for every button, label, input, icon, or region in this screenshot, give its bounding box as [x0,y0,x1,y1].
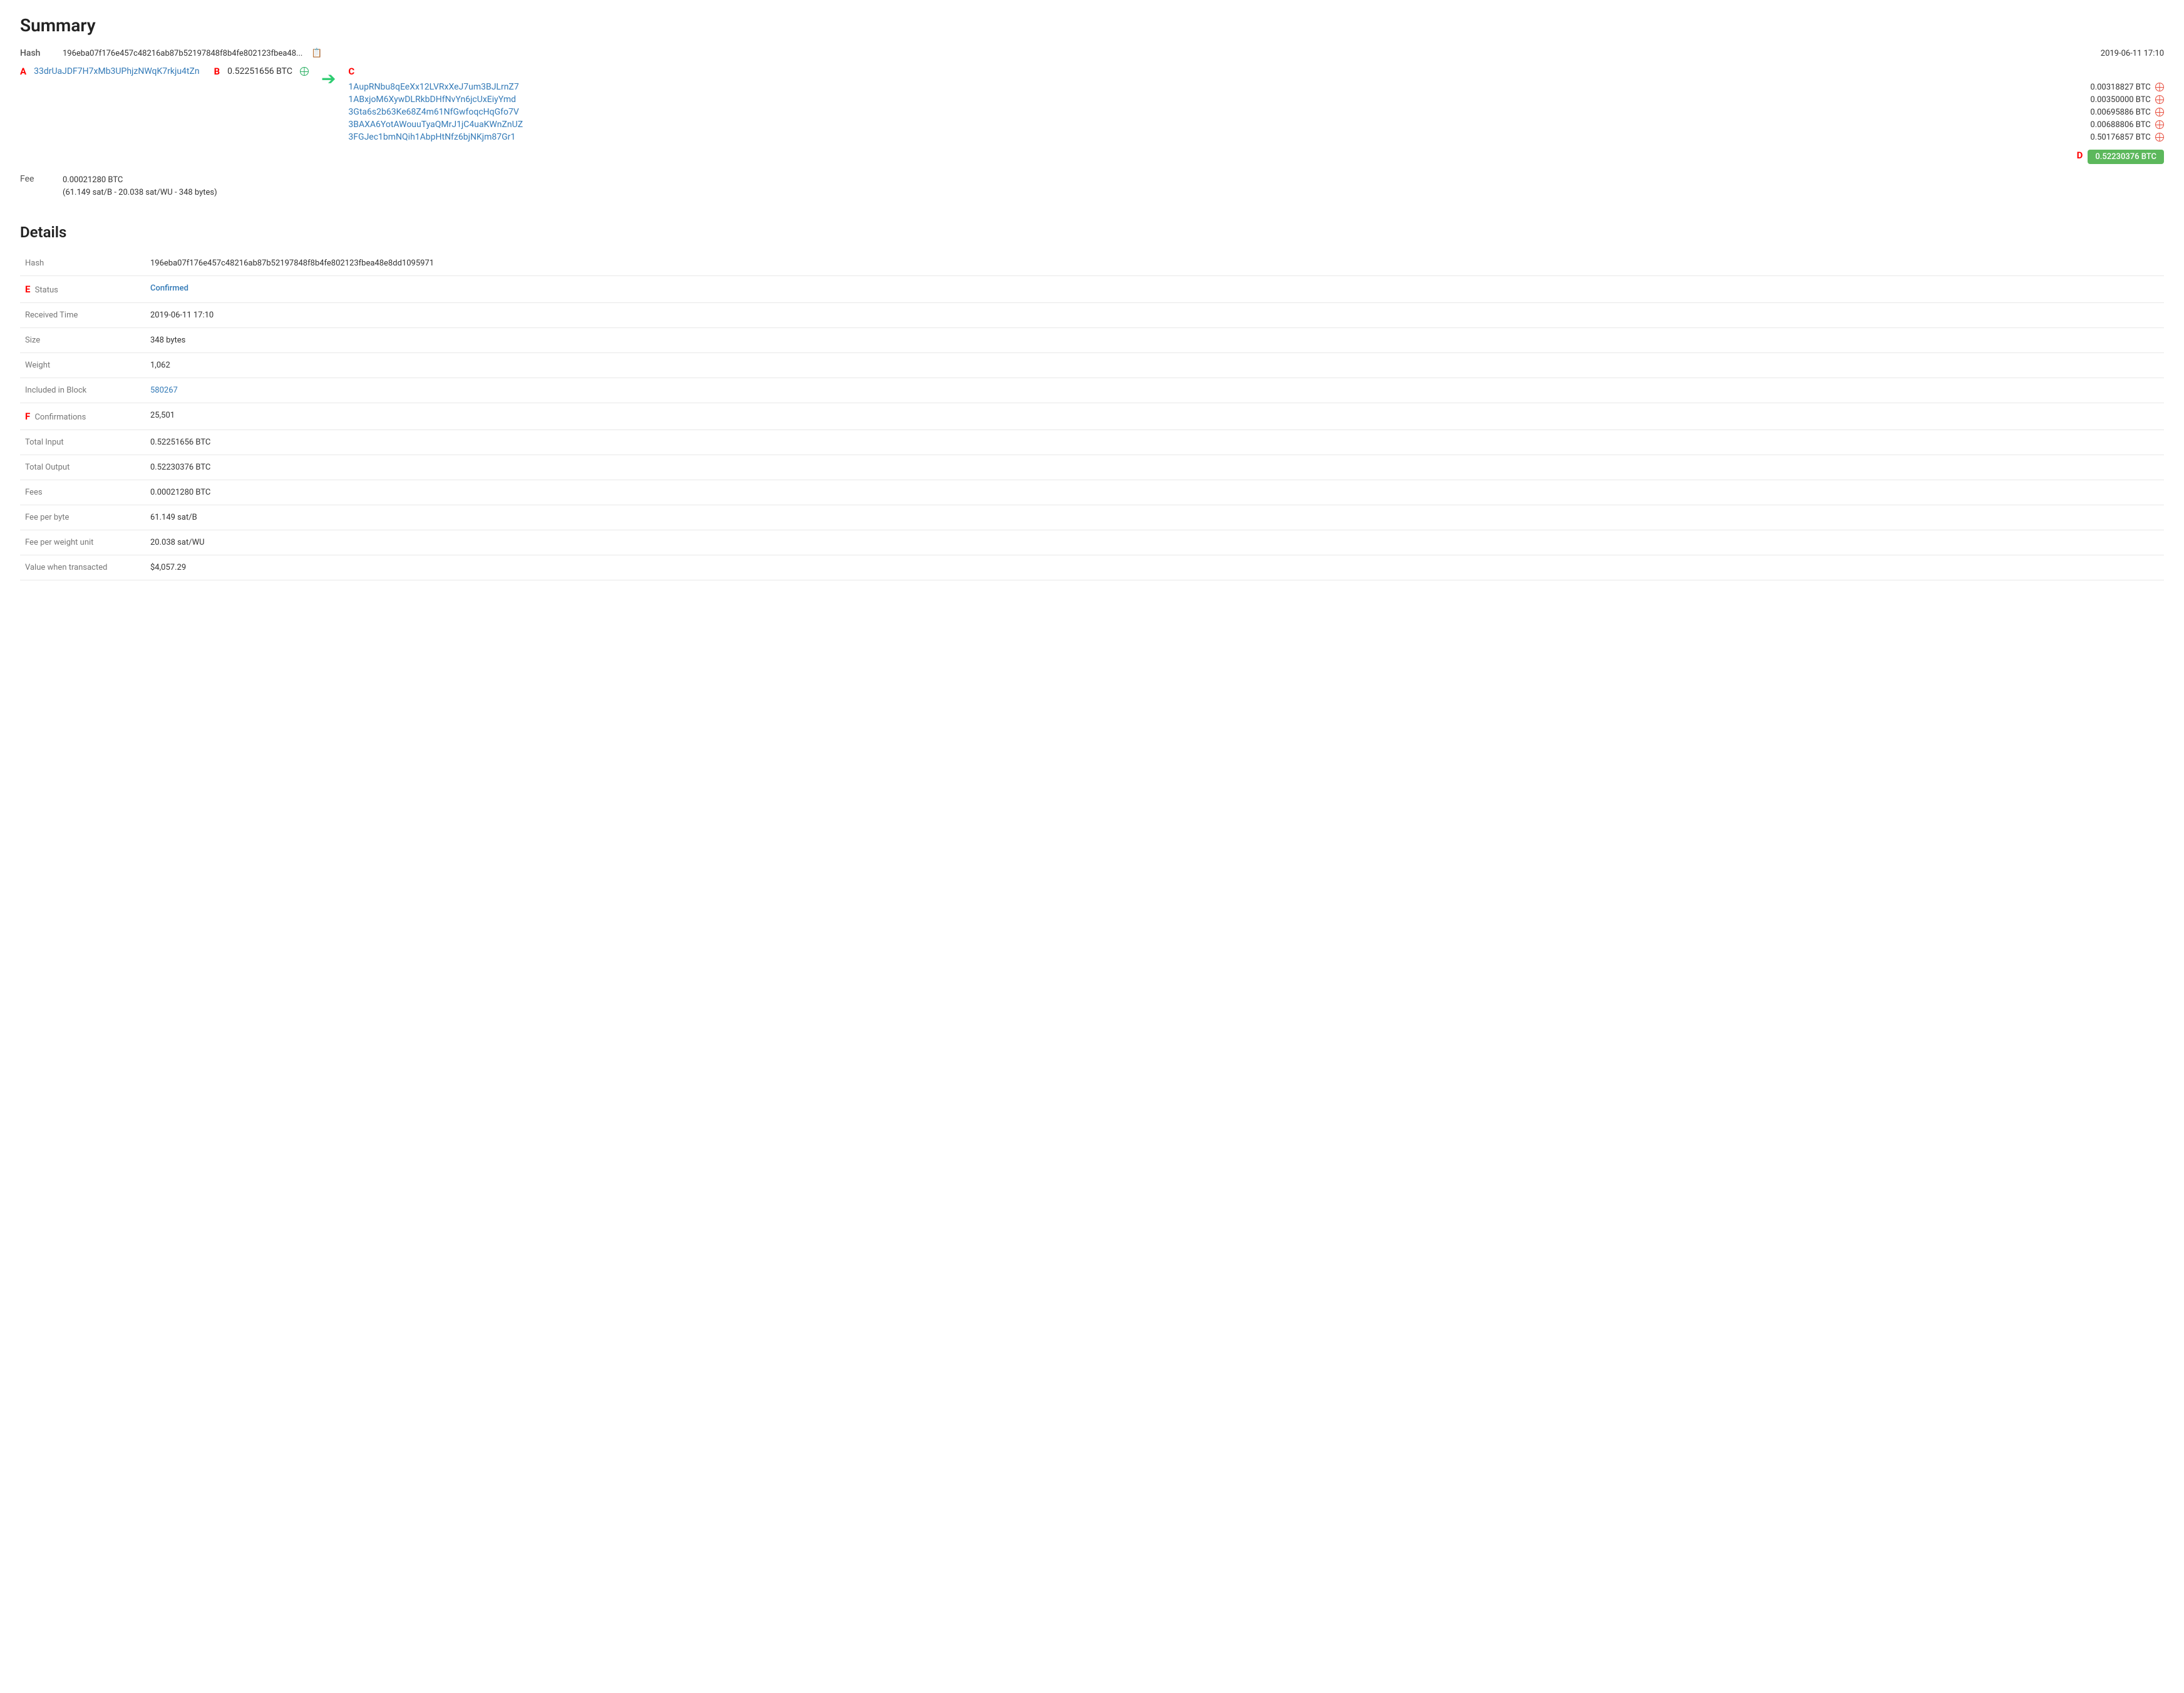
marker-c: C [348,66,2161,77]
details-label-weight: Weight [20,353,145,378]
hash-label: Hash [20,48,58,58]
details-title: Details [20,224,2164,241]
output-amount-0: 0.00318827 BTC [2090,83,2164,92]
details-value-status: Confirmed [145,276,2164,303]
details-value-total-input: 0.52251656 BTC [145,430,2164,455]
status-badge: Confirmed [150,284,188,293]
details-row-received: Received Time 2019-06-11 17:10 [20,303,2164,328]
output-row-2: 3Gta6s2b63Ke68Z4m61NfGwfoqcHqGfo7V 0.006… [348,107,2164,117]
details-value-block: 580267 [145,378,2164,403]
fee-value: 0.00021280 BTC (61.149 sat/B - 20.038 sa… [63,174,217,198]
details-label-size: Size [20,328,145,353]
globe-icon-input[interactable] [300,67,309,76]
output-row-3: 3BAXA6YotAWouuTyaQMrJ1jC4uaKWnZnUZ 0.006… [348,120,2164,130]
details-value-fees: 0.00021280 BTC [145,480,2164,505]
tx-output-col: C 1AupRNbu8qEeXx12LVRxXeJ7um3BJLrnZ7 0.0… [348,66,2164,164]
hash-value: 196eba07f176e457c48216ab87b52197848f8b4f… [63,49,302,58]
fee-label: Fee [20,174,58,184]
output-amount-2: 0.00695886 BTC [2090,108,2164,117]
details-label-fee-per-byte: Fee per byte [20,505,145,530]
details-row-hash: Hash 196eba07f176e457c48216ab87b52197848… [20,251,2164,276]
details-label-hash: Hash [20,251,145,276]
block-link[interactable]: 580267 [150,386,178,395]
summary-section: Summary Hash 196eba07f176e457c48216ab87b… [20,15,2164,198]
output-address-2[interactable]: 3Gta6s2b63Ke68Z4m61NfGwfoqcHqGfo7V [348,107,518,117]
output-amount-3: 0.00688806 BTC [2090,120,2164,130]
hash-left: Hash 196eba07f176e457c48216ab87b52197848… [20,48,322,58]
details-row-confirmations: F Confirmations 25,501 [20,403,2164,430]
output-row-0: 1AupRNbu8qEeXx12LVRxXeJ7um3BJLrnZ7 0.003… [348,82,2164,92]
details-row-size: Size 348 bytes [20,328,2164,353]
timestamp: 2019-06-11 17:10 [2101,49,2164,58]
details-value-fee-per-byte: 61.149 sat/B [145,505,2164,530]
output-amount-1: 0.00350000 BTC [2090,95,2164,105]
marker-f: F [25,411,30,422]
copy-icon[interactable]: 📋 [311,48,322,58]
details-value-value-transacted: $4,057.29 [145,555,2164,580]
details-row-fee-per-wu: Fee per weight unit 20.038 sat/WU [20,530,2164,555]
tx-flow: A 33drUaJDF7H7xMb3UPhjzNWqK7rkju4tZn B 0… [20,66,2164,164]
fee-detail: (61.149 sat/B - 20.038 sat/WU - 348 byte… [63,187,217,199]
tx-input-col: A 33drUaJDF7H7xMb3UPhjzNWqK7rkju4tZn B 0… [20,66,309,80]
globe-icon-4[interactable] [2155,133,2164,142]
details-label-fee-per-wu: Fee per weight unit [20,530,145,555]
details-row-fees: Fees 0.00021280 BTC [20,480,2164,505]
marker-b: B [214,66,220,77]
details-value-size: 348 bytes [145,328,2164,353]
details-label-block: Included in Block [20,378,145,403]
details-row-total-output: Total Output 0.52230376 BTC [20,455,2164,480]
details-value-fee-per-wu: 20.038 sat/WU [145,530,2164,555]
tx-arrow: ➔ [321,66,336,89]
output-row-4: 3FGJec1bmNQih1AbpHtNfz6bjNKjm87Gr1 0.501… [348,132,2164,142]
output-address-3[interactable]: 3BAXA6YotAWouuTyaQMrJ1jC4uaKWnZnUZ [348,120,523,130]
fee-amount: 0.00021280 BTC [63,174,217,187]
details-label-total-output: Total Output [20,455,145,480]
details-table: Hash 196eba07f176e457c48216ab87b52197848… [20,251,2164,580]
details-value-total-output: 0.52230376 BTC [145,455,2164,480]
summary-title: Summary [20,15,2164,36]
details-value-received: 2019-06-11 17:10 [145,303,2164,328]
output-address-1[interactable]: 1ABxjoM6XywDLRkbDHfNvYn6jcUxEiyYmd [348,95,516,105]
globe-icon-1[interactable] [2155,95,2164,104]
output-amount-4: 0.50176857 BTC [2090,133,2164,142]
details-row-fee-per-byte: Fee per byte 61.149 sat/B [20,505,2164,530]
details-label-status: E Status [20,276,145,303]
details-value-hash: 196eba07f176e457c48216ab87b52197848f8b4f… [145,251,2164,276]
details-row-status: E Status Confirmed [20,276,2164,303]
details-value-confirmations: 25,501 [145,403,2164,430]
details-row-value-transacted: Value when transacted $4,057.29 [20,555,2164,580]
input-row: A 33drUaJDF7H7xMb3UPhjzNWqK7rkju4tZn B 0… [20,66,309,77]
total-output-badge: 0.52230376 BTC [2088,150,2164,164]
details-label-total-input: Total Input [20,430,145,455]
summary-hash-row: Hash 196eba07f176e457c48216ab87b52197848… [20,48,2164,58]
marker-a: A [20,66,26,77]
details-row-total-input: Total Input 0.52251656 BTC [20,430,2164,455]
output-address-4[interactable]: 3FGJec1bmNQih1AbpHtNfz6bjNKjm87Gr1 [348,132,515,142]
details-label-confirmations: F Confirmations [20,403,145,430]
marker-d: D [2077,150,2083,164]
details-section: Details Hash 196eba07f176e457c48216ab87b… [20,224,2164,580]
details-row-block: Included in Block 580267 [20,378,2164,403]
globe-icon-0[interactable] [2155,83,2164,91]
globe-icon-2[interactable] [2155,108,2164,116]
details-value-weight: 1,062 [145,353,2164,378]
output-address-0[interactable]: 1AupRNbu8qEeXx12LVRxXeJ7um3BJLrnZ7 [348,82,518,92]
globe-icon-3[interactable] [2155,120,2164,129]
details-label-received: Received Time [20,303,145,328]
input-amount: 0.52251656 BTC [227,66,292,76]
details-label-fees: Fees [20,480,145,505]
details-row-weight: Weight 1,062 [20,353,2164,378]
details-label-value-transacted: Value when transacted [20,555,145,580]
fee-section: Fee 0.00021280 BTC (61.149 sat/B - 20.03… [20,174,2164,198]
tx-total-row: D 0.52230376 BTC [348,150,2164,164]
output-row-1: 1ABxjoM6XywDLRkbDHfNvYn6jcUxEiyYmd 0.003… [348,95,2164,105]
marker-e: E [25,284,30,295]
input-address[interactable]: 33drUaJDF7H7xMb3UPhjzNWqK7rkju4tZn [34,66,200,76]
